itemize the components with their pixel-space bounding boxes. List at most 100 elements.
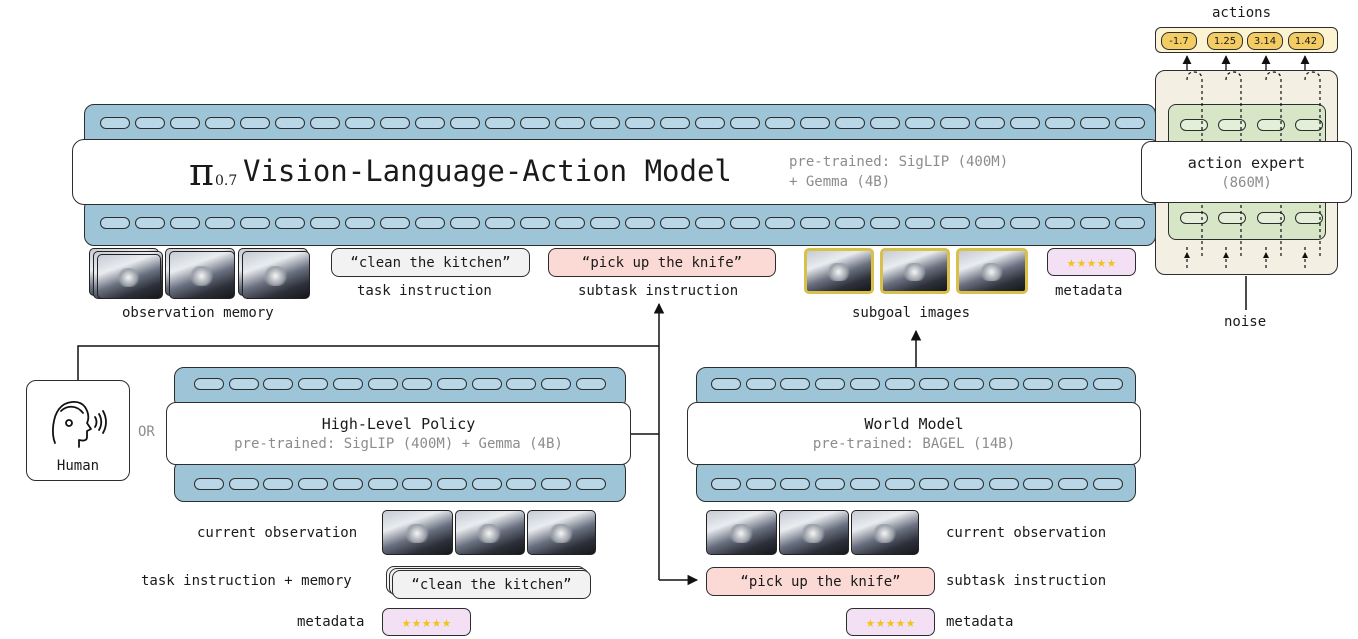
token-pill [711,378,741,390]
actions-box: -1.7 1.25 3.14 1.42 [1155,27,1338,53]
token-pill [471,478,502,490]
token-pill [1092,378,1123,390]
token-pill [298,378,329,390]
token-pill [988,378,1019,390]
token-pill [367,478,398,490]
star-icon: ★ [896,613,906,631]
star-icon: ★ [1086,253,1097,271]
noise-label: noise [1224,314,1267,330]
action-value-3: 3.14 [1247,32,1283,50]
star-icon: ★ [421,613,432,631]
star-icon: ★ [1097,253,1107,271]
token-pill [263,478,294,490]
vla-subtask-instruction-chip: “pick up the knife” [548,248,776,277]
hlp-metadata-stars: ★ ★ ★ ★ ★ [382,608,471,636]
token-pill [298,478,329,490]
token-pill [367,378,398,390]
token-pill [1092,478,1123,490]
token-pill [849,378,880,390]
hlp-task-instruction-chip: “clean the kitchen” [392,570,591,599]
token-pill [849,478,880,490]
vla-metadata-stars: ★ ★ ★ ★ ★ [1047,248,1136,276]
wm-pretrained: pre-trained: BAGEL (14B) [812,436,1016,452]
token-pill [988,478,1019,490]
token-pill [815,378,846,390]
star-icon: ★ [885,613,896,631]
token-pill [919,378,950,390]
action-value-2: 1.25 [1207,32,1243,50]
subgoal-images-label: subgoal images [852,305,971,321]
token-pill [884,478,915,490]
wm-current-observation-label: current observation [946,525,1107,541]
human-label: Human [56,458,100,474]
token-pill [436,378,467,390]
star-icon: ★ [1107,253,1117,271]
token-pill [436,478,467,490]
star-icon: ★ [865,613,875,631]
or-label: OR [138,424,155,440]
token-pill [541,478,571,490]
hlp-current-observation-label: current observation [197,525,358,541]
wm-subtask-instruction-label: subtask instruction [946,573,1107,589]
hlp-metadata-label: metadata [297,614,365,630]
token-pill [332,378,363,390]
vla-task-instruction-label: task instruction [357,283,492,299]
wm-subtask-instruction-chip: “pick up the knife” [706,567,935,596]
star-icon: ★ [906,613,916,631]
token-pill [402,478,433,490]
action-value-4: 1.42 [1288,32,1324,50]
star-icon: ★ [432,613,442,631]
star-icon: ★ [1066,253,1076,271]
observation-memory-label: observation memory [122,305,274,321]
star-icon: ★ [875,613,885,631]
action-expert-title: action expert [1187,154,1306,172]
human-speaking-icon [52,401,107,448]
token-pill [506,378,537,390]
star-icon: ★ [411,613,421,631]
token-pill [194,378,224,390]
token-pill [953,478,984,490]
token-pill [953,378,984,390]
wm-metadata-label: metadata [946,614,1014,630]
token-pill [575,378,606,390]
token-pill [506,478,537,490]
vla-task-instruction-chip: “clean the kitchen” [331,248,530,277]
vla-subtask-instruction-label: subtask instruction [578,283,739,299]
token-pill [745,478,776,490]
wm-card: World Model pre-trained: BAGEL (14B) [687,402,1141,465]
token-pill [711,478,741,490]
token-pill [228,478,259,490]
token-pill [575,478,606,490]
actions-label: actions [1212,5,1272,21]
token-pill [1023,478,1054,490]
star-icon: ★ [1076,253,1086,271]
token-pill [402,378,433,390]
token-pill [263,378,294,390]
action-expert-size: (860M) [1221,175,1272,191]
token-pill [332,478,363,490]
token-pill [1058,378,1088,390]
wm-metadata-stars: ★ ★ ★ ★ ★ [846,608,935,636]
hlp-title: High-Level Policy [321,415,476,433]
hlp-task-memory-label: task instruction + memory [141,573,352,589]
hlp-pretrained: pre-trained: SigLIP (400M) + Gemma (4B) [234,436,563,452]
token-pill [884,378,915,390]
token-pill [815,478,846,490]
human-card: Human [26,380,130,481]
wm-title: World Model [864,415,964,433]
token-pill [1023,378,1054,390]
token-pill [780,378,811,390]
token-pill [780,478,811,490]
vla-metadata-label: metadata [1055,283,1123,299]
hlp-card: High-Level Policy pre-trained: SigLIP (4… [166,402,631,465]
star-icon: ★ [442,613,452,631]
token-pill [1058,478,1088,490]
token-pill [228,378,259,390]
token-pill [194,478,224,490]
action-expert-card: action expert (860M) [1141,141,1352,203]
token-pill [471,378,502,390]
token-pill [919,478,950,490]
star-icon: ★ [401,613,411,631]
token-pill [541,378,571,390]
action-value-1: -1.7 [1161,32,1197,50]
